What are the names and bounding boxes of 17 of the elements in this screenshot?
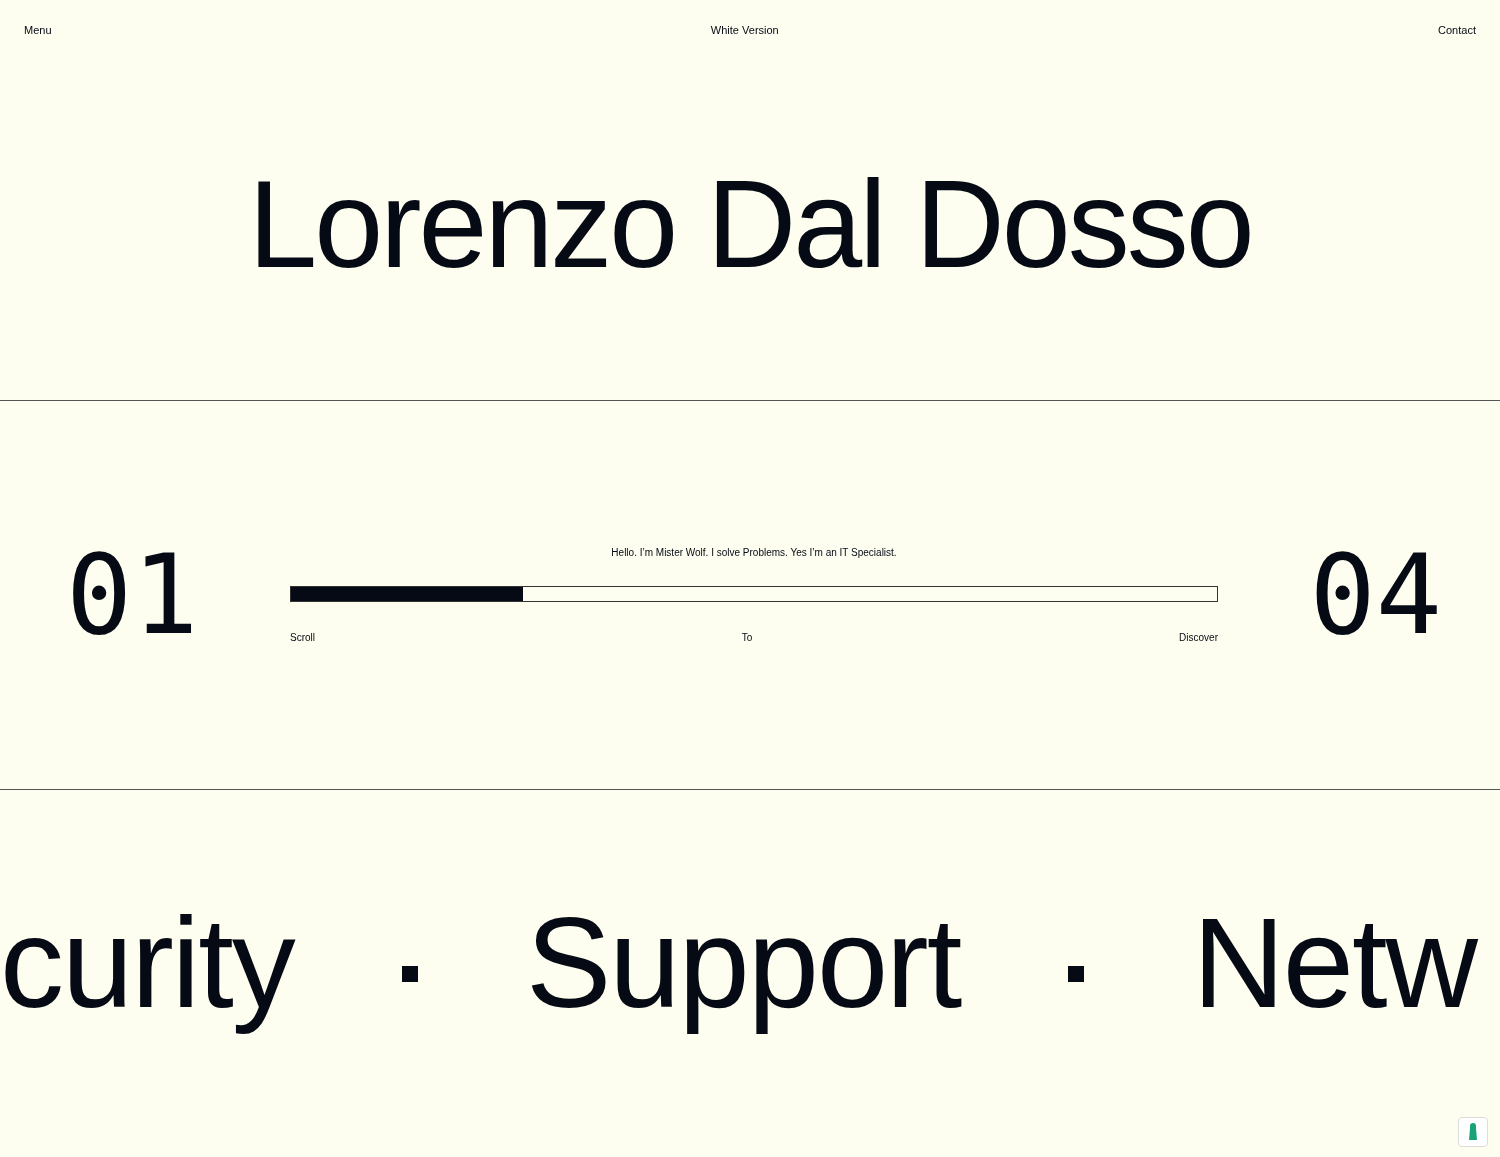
contact-link[interactable]: Contact	[1438, 24, 1476, 36]
hero-title: Lorenzo Dal Dosso	[248, 162, 1252, 286]
marquee-word: Netw	[1192, 890, 1476, 1037]
accessibility-button[interactable]	[1458, 1117, 1488, 1147]
marquee-word: curity	[0, 890, 294, 1037]
menu-link[interactable]: Menu	[24, 24, 52, 36]
tagline: Hello. I’m Mister Wolf. I solve Problems. Yes I’m an IT Specialist.	[610, 547, 898, 558]
scroll-label: Scroll	[290, 632, 315, 643]
keyhole-icon	[1468, 1123, 1478, 1141]
version-link[interactable]: White Version	[710, 24, 779, 36]
marquee-word: Support	[525, 890, 961, 1037]
scroll-label: To	[741, 632, 753, 643]
separator-icon	[1068, 965, 1085, 982]
scroll-label: Discover	[1179, 632, 1218, 643]
current-counter: 01	[66, 540, 200, 650]
total-counter: 04	[1308, 540, 1442, 650]
separator-icon	[401, 965, 418, 982]
